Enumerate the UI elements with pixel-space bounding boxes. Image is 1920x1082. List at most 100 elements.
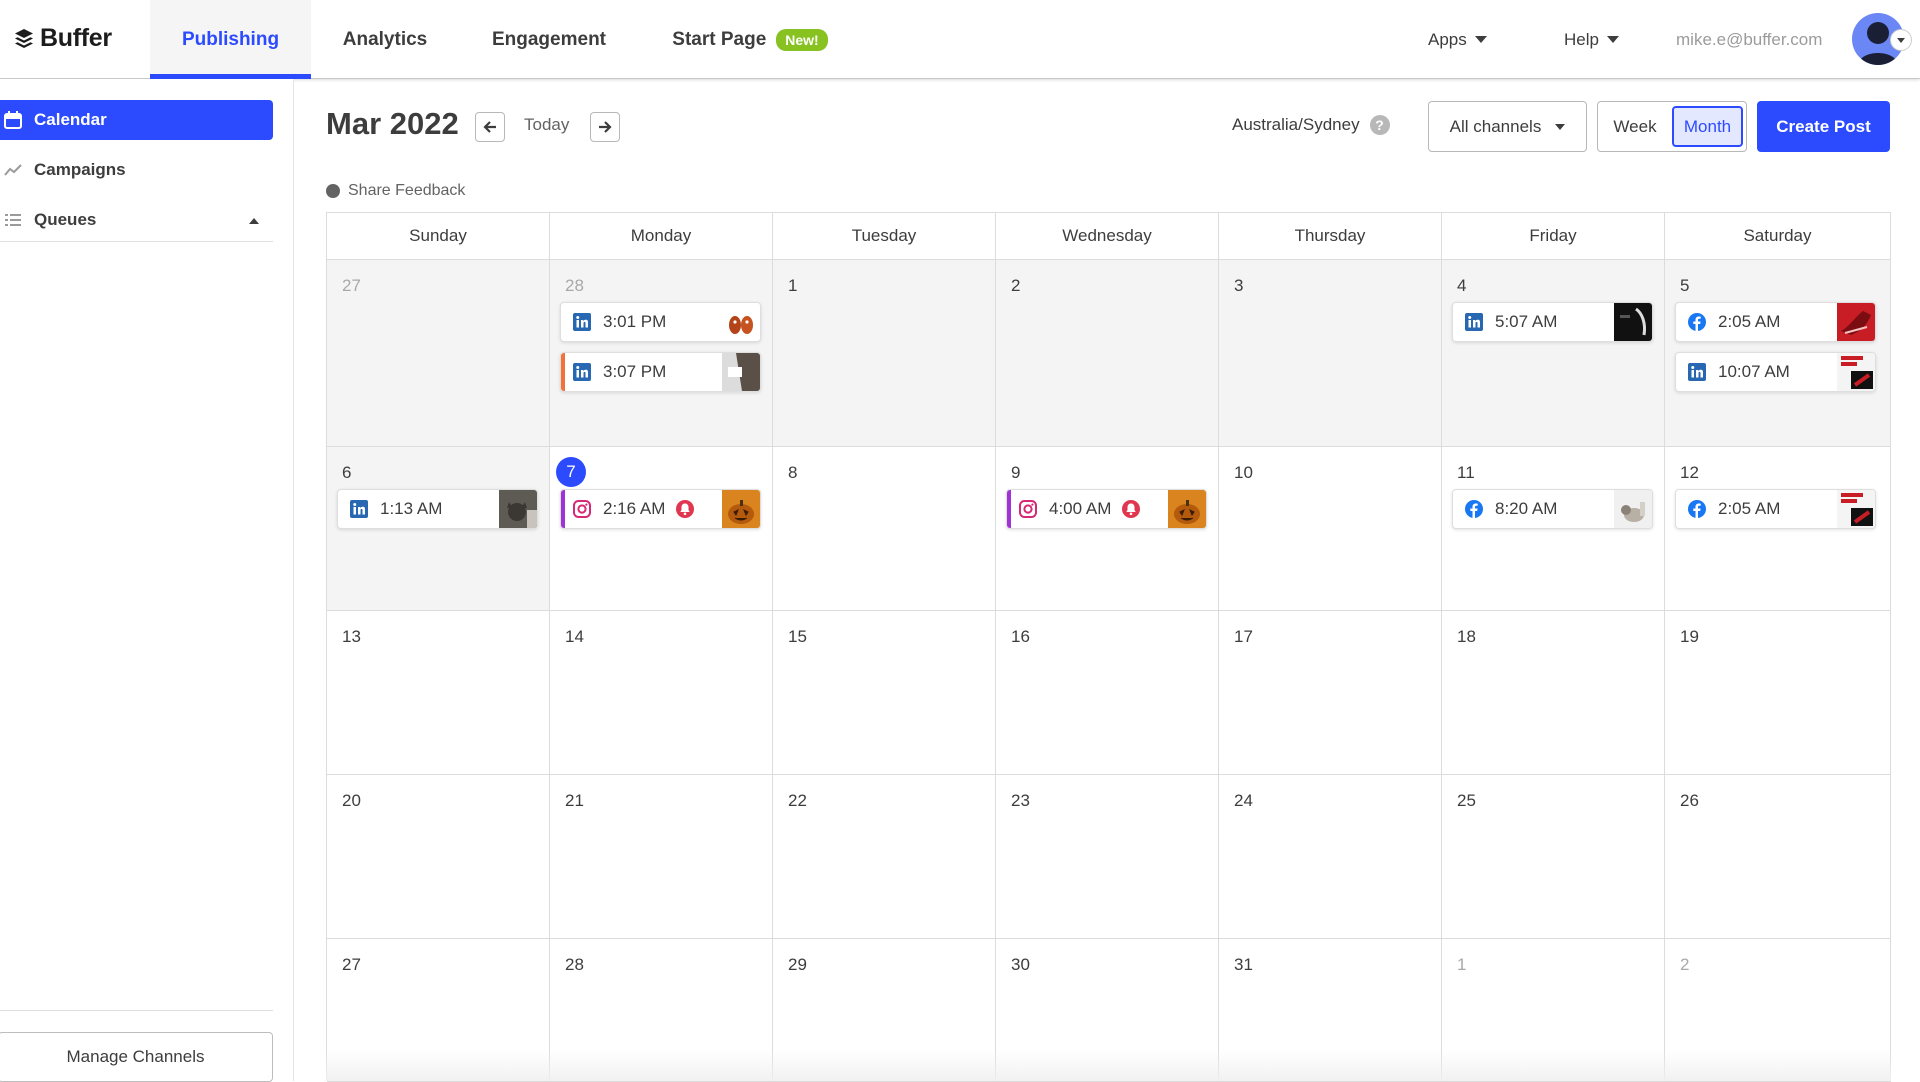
scheduled-post[interactable]: 2:05 AM (1675, 302, 1876, 342)
calendar-day-cell[interactable]: 22 (773, 775, 996, 939)
sidebar-divider (0, 1010, 273, 1011)
scheduled-post[interactable]: 2:16 AM (560, 489, 761, 529)
calendar-day-cell[interactable]: 4 5:07 AM (1442, 260, 1665, 447)
chevron-down-icon (1555, 123, 1566, 130)
calendar-day-cell[interactable]: 18 (1442, 611, 1665, 775)
instagram-icon (573, 500, 591, 518)
calendar-day-cell[interactable]: 25 (1442, 775, 1665, 939)
account-menu-toggle[interactable] (1890, 29, 1912, 51)
today-button[interactable]: Today (524, 115, 569, 135)
timezone-text: Australia/Sydney (1232, 115, 1360, 134)
calendar-day-cell[interactable]: 13 (327, 611, 550, 775)
tab-engagement[interactable]: Engagement (470, 0, 628, 79)
calendar-day-cell[interactable]: 7 2:16 AM (550, 447, 773, 611)
calendar-day-cell[interactable]: 12 2:05 AM (1665, 447, 1891, 611)
calendar-day-cell[interactable]: 31 (1219, 939, 1442, 1082)
day-number: 27 (342, 955, 361, 974)
calendar-day-cell[interactable]: 23 (996, 775, 1219, 939)
calendar-day-cell[interactable]: 11 8:20 AM (1442, 447, 1665, 611)
channels-filter-dropdown[interactable]: All channels (1428, 101, 1587, 152)
calendar-day-cell[interactable]: 1 (1442, 939, 1665, 1082)
sidebar-item-calendar[interactable]: Calendar (0, 100, 273, 140)
chevron-up-icon[interactable] (249, 218, 259, 224)
week-view-button[interactable]: Week (1598, 102, 1672, 151)
tab-publishing[interactable]: Publishing (150, 0, 311, 79)
weekday-header: Tuesday (773, 213, 996, 260)
channels-filter-label: All channels (1449, 116, 1542, 136)
create-post-button[interactable]: Create Post (1757, 101, 1890, 152)
scheduled-post[interactable]: 3:07 PM (560, 352, 761, 392)
calendar-day-cell[interactable]: 16 (996, 611, 1219, 775)
post-time: 4:00 AM (1049, 499, 1112, 518)
month-view-button[interactable]: Month (1672, 106, 1743, 147)
calendar-day-cell[interactable]: 9 4:00 AM (996, 447, 1219, 611)
help-icon[interactable]: ? (1369, 115, 1390, 135)
calendar-day-cell[interactable]: 14 (550, 611, 773, 775)
scheduled-post[interactable]: 1:13 AM (337, 489, 538, 529)
sidebar-item-queues[interactable]: Queues (0, 200, 273, 240)
calendar-day-cell[interactable]: 19 (1665, 611, 1891, 775)
calendar-day-cell[interactable]: 3 (1219, 260, 1442, 447)
help-dropdown[interactable]: Help (1564, 0, 1619, 79)
tab-analytics[interactable]: Analytics (311, 0, 459, 79)
calendar-day-cell[interactable]: 26 (1665, 775, 1891, 939)
linkedin-icon (350, 500, 368, 518)
new-badge: New! (776, 28, 828, 51)
sidebar: Calendar Campaigns Queues Manage Channel… (0, 79, 294, 1082)
share-feedback-link[interactable]: Share Feedback (326, 182, 465, 200)
scheduled-post[interactable]: 3:01 PM (560, 302, 761, 342)
calendar-day-cell[interactable]: 28 (550, 939, 773, 1082)
scheduled-post[interactable]: 5:07 AM (1452, 302, 1653, 342)
calendar-day-cell[interactable]: 17 (1219, 611, 1442, 775)
calendar-day-cell[interactable]: 24 (1219, 775, 1442, 939)
calendar-day-cell[interactable]: 15 (773, 611, 996, 775)
post-accent-bar (561, 353, 565, 391)
calendar-day-cell[interactable]: 27 (327, 939, 550, 1082)
scheduled-post[interactable]: 10:07 AM (1675, 352, 1876, 392)
calendar-day-cell[interactable]: 10 (1219, 447, 1442, 611)
buffer-logo[interactable]: Buffer (14, 24, 112, 53)
day-number: 26 (1680, 791, 1699, 810)
scheduled-post[interactable]: 2:05 AM (1675, 489, 1876, 529)
day-number: 22 (788, 791, 807, 810)
calendar-day-cell[interactable]: 1 (773, 260, 996, 447)
calendar-day-cell[interactable]: 27 (327, 260, 550, 447)
calendar-grid: Sunday Monday Tuesday Wednesday Thursday Frid… (326, 212, 1891, 1082)
post-accent-bar (561, 490, 565, 528)
previous-month-button[interactable] (475, 112, 505, 142)
list-icon (5, 214, 21, 226)
scheduled-post[interactable]: 4:00 AM (1006, 489, 1207, 529)
post-thumbnail (722, 303, 760, 341)
day-number: 24 (1234, 791, 1253, 810)
manage-channels-label: Manage Channels (66, 1047, 205, 1066)
calendar-day-cell[interactable]: 30 (996, 939, 1219, 1082)
manage-channels-button[interactable]: Manage Channels (0, 1032, 273, 1082)
calendar-day-cell[interactable]: 2 (996, 260, 1219, 447)
apps-dropdown[interactable]: Apps (1428, 0, 1487, 79)
next-month-button[interactable] (590, 112, 620, 142)
post-time: 3:07 PM (603, 362, 667, 381)
calendar-day-cell[interactable]: 8 (773, 447, 996, 611)
linkedin-icon (573, 313, 591, 331)
day-number: 12 (1680, 463, 1699, 482)
calendar-day-cell[interactable]: 2 (1665, 939, 1891, 1082)
calendar-day-cell[interactable]: 21 (550, 775, 773, 939)
facebook-icon (1465, 500, 1483, 518)
day-number: 29 (788, 955, 807, 974)
calendar-day-cell[interactable]: 29 (773, 939, 996, 1082)
post-thumbnail (722, 490, 760, 528)
calendar-day-cell[interactable]: 6 1:13 AM (327, 447, 550, 611)
day-number: 14 (565, 627, 584, 646)
calendar-day-cell[interactable]: 5 2:05 AM 10:07 AM (1665, 260, 1891, 447)
calendar-day-cell[interactable]: 28 3:01 PM 3:07 PM (550, 260, 773, 447)
day-number: 1 (788, 276, 798, 295)
day-number: 4 (1457, 276, 1467, 295)
feedback-icon (326, 184, 340, 198)
tab-start-page[interactable]: Start Page New! (660, 0, 840, 79)
buffer-logo-icon (15, 28, 33, 48)
calendar-icon (4, 111, 22, 129)
post-thumbnail (722, 353, 760, 391)
calendar-day-cell[interactable]: 20 (327, 775, 550, 939)
sidebar-item-campaigns[interactable]: Campaigns (0, 150, 273, 190)
scheduled-post[interactable]: 8:20 AM (1452, 489, 1653, 529)
